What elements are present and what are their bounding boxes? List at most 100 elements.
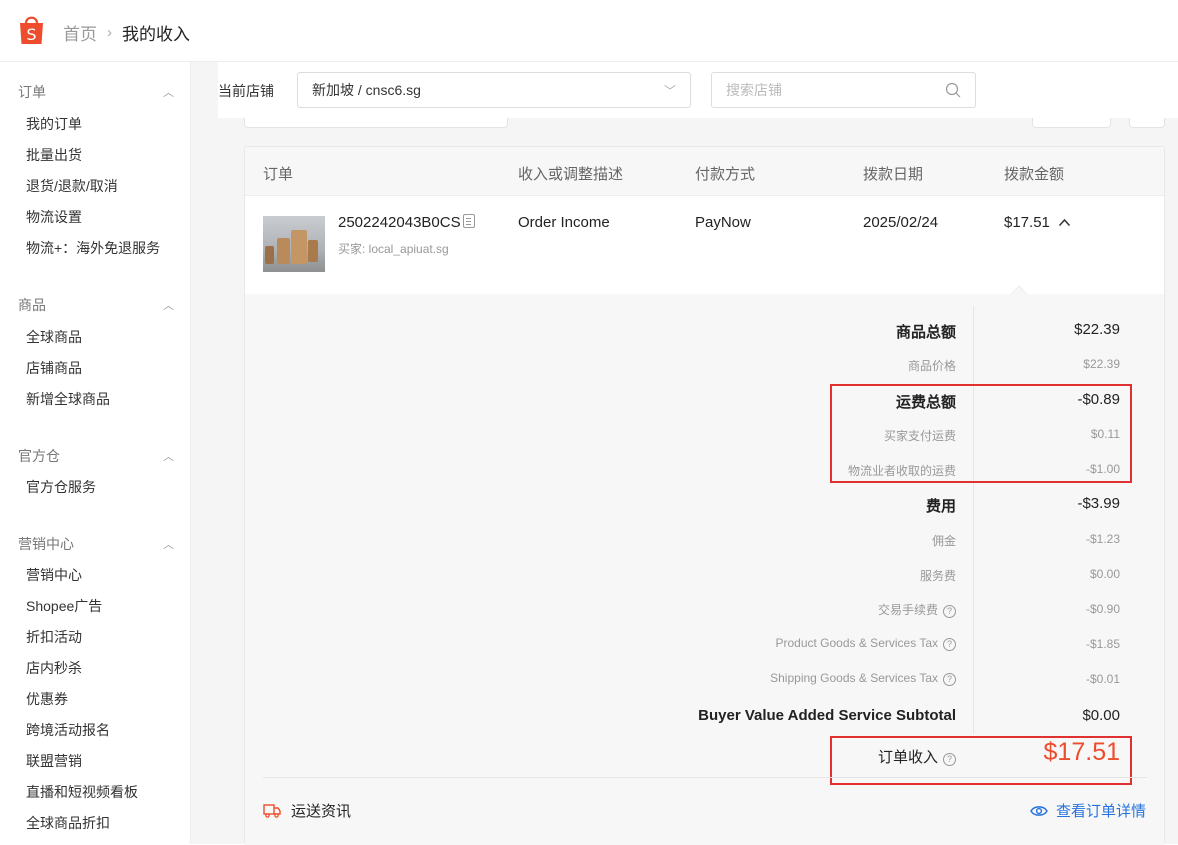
sidebar-item-bulk-ship[interactable]: 批量出货: [26, 145, 82, 165]
breadcrumb-home[interactable]: 首页: [63, 20, 97, 45]
breakdown-value: -$1.85: [1085, 637, 1120, 651]
chevron-up-icon[interactable]: ︿: [163, 297, 174, 313]
chevron-up-icon[interactable]: ︿: [163, 536, 174, 552]
sidebar-item-flash-sale[interactable]: 店内秒杀: [26, 658, 82, 678]
breakdown-value: $0.00: [1089, 567, 1120, 581]
column-header-order: 订单: [263, 166, 294, 183]
income-breakdown-panel: 商品总额 $22.39 商品价格 $22.39 运费总额 -$0.89 买家支付…: [245, 285, 1164, 845]
date-cell: 2025/02/24: [863, 214, 939, 231]
help-icon[interactable]: ?: [943, 638, 956, 651]
filter-field-edge: [244, 118, 508, 128]
sidebar-item-affiliate[interactable]: 联盟营销: [26, 751, 82, 771]
sidebar-item-discounts[interactable]: 折扣活动: [26, 627, 82, 647]
shipping-info[interactable]: 运送资讯: [263, 800, 351, 821]
sidebar-item-shopee-ads[interactable]: Shopee广告: [26, 596, 102, 616]
column-header-description: 收入或调整描述: [518, 166, 624, 183]
divider: [263, 777, 1147, 778]
amount-toggle[interactable]: $17.51: [1004, 214, 1071, 231]
breakdown-label: 佣金: [931, 534, 956, 548]
breakdown-label: Shipping Goods & Services Tax: [770, 671, 938, 685]
breakdown-value: -$1.23: [1085, 532, 1120, 546]
payment-cell: PayNow: [695, 214, 751, 231]
sidebar-item-my-orders[interactable]: 我的订单: [26, 114, 82, 134]
breakdown-label-row: Product Goods & Services Tax?: [775, 636, 956, 651]
sidebar-section-title: 商品: [18, 297, 46, 313]
amount-value: $17.51: [1004, 214, 1050, 231]
breadcrumb-current: 我的收入: [122, 25, 190, 44]
breakdown-label-row: Shipping Goods & Services Tax?: [770, 671, 956, 686]
breakdown-label: 交易手续费: [877, 603, 938, 617]
breakdown-label: Product Goods & Services Tax: [775, 636, 938, 650]
sidebar-item-logistics-plus[interactable]: 物流+：海外免退服务: [26, 238, 160, 258]
sidebar-section-title: 官方仓: [18, 448, 60, 464]
sidebar-section-title: 订单: [18, 84, 46, 100]
sidebar-item-live-dashboard[interactable]: 直播和短视频看板: [26, 782, 138, 802]
breakdown-label: 商品价格: [907, 359, 956, 373]
shop-select[interactable]: 新加坡 / cnsc6.sg ﹀: [297, 72, 691, 108]
income-table: 订单 收入或调整描述 付款方式 拨款日期 拨款金额 2502242043B0CS…: [244, 146, 1165, 845]
breakdown-label: 费用: [925, 498, 956, 515]
view-order-details-link[interactable]: 查看订单详情: [1030, 800, 1146, 821]
product-thumbnail[interactable]: [263, 216, 325, 272]
help-icon[interactable]: ?: [943, 605, 956, 618]
chevron-up-icon[interactable]: ︿: [163, 84, 174, 100]
breakdown-value: $0.00: [1082, 707, 1120, 724]
sidebar-item-warehouse-service[interactable]: 官方仓服务: [26, 477, 96, 497]
svg-text:S: S: [26, 25, 36, 44]
sidebar: 订单 ︿ 我的订单 批量出货 退货/退款/取消 物流设置 物流+：海外免退服务 商…: [0, 62, 190, 844]
chevron-down-icon: ﹀: [663, 83, 676, 98]
shop-search: [711, 72, 976, 108]
shop-selector-bar: 当前店铺 新加坡 / cnsc6.sg ﹀: [218, 62, 1178, 118]
sidebar-item-shop-products[interactable]: 店铺商品: [26, 358, 82, 378]
shopee-logo-icon[interactable]: S: [18, 14, 45, 45]
shop-search-input[interactable]: [726, 82, 926, 98]
eye-icon: [1030, 805, 1048, 816]
sidebar-section-marketing[interactable]: 营销中心 ︿: [18, 534, 174, 554]
search-icon[interactable]: [945, 82, 961, 98]
breakdown-label: 商品总额: [895, 324, 956, 341]
shop-select-value: 新加坡 / cnsc6.sg: [312, 82, 421, 98]
column-header-amount: 拨款金额: [1004, 166, 1065, 183]
description-cell: Order Income: [518, 214, 610, 231]
sidebar-item-logistics-settings[interactable]: 物流设置: [26, 207, 82, 227]
sidebar-section-orders[interactable]: 订单 ︿: [18, 82, 174, 102]
sidebar-section-products[interactable]: 商品 ︿: [18, 295, 174, 315]
truck-icon: [263, 803, 281, 818]
breadcrumb: 首页 › 我的收入: [63, 20, 190, 45]
sidebar-item-vouchers[interactable]: 优惠券: [26, 689, 68, 709]
sidebar-item-marketing-center[interactable]: 营销中心: [26, 565, 82, 585]
copy-icon[interactable]: [462, 214, 475, 228]
sidebar-item-add-global-product[interactable]: 新增全球商品: [26, 389, 110, 409]
order-id-cell: 2502242043B0CS: [338, 214, 475, 231]
sidebar-item-returns[interactable]: 退货/退款/取消: [26, 176, 118, 196]
sidebar-item-cross-border-events[interactable]: 跨境活动报名: [26, 720, 110, 740]
breakdown-value: $22.39: [1074, 321, 1120, 338]
top-bar: S 首页 › 我的收入: [0, 0, 1178, 62]
view-order-details-label: 查看订单详情: [1055, 803, 1146, 820]
table-row: 2502242043B0CS 买家: local_apiuat.sg Order…: [245, 196, 1164, 294]
chevron-up-icon[interactable]: ︿: [163, 448, 174, 464]
sidebar-section-warehouse[interactable]: 官方仓 ︿: [18, 446, 174, 466]
shipping-highlight-box: [830, 384, 1132, 483]
breakdown-label-row: 交易手续费?: [878, 601, 956, 618]
breakdown-label: 服务费: [919, 569, 956, 583]
column-header-date: 拨款日期: [863, 166, 924, 183]
table-header: 订单 收入或调整描述 付款方式 拨款日期 拨款金额: [245, 147, 1164, 196]
column-divider: [973, 306, 974, 734]
shipping-info-label: 运送资讯: [291, 803, 352, 820]
sidebar-item-global-discount[interactable]: 全球商品折扣: [26, 813, 110, 833]
buyer-name: 买家: local_apiuat.sg: [338, 242, 449, 256]
chevron-right-icon: ›: [107, 24, 112, 41]
current-shop-label: 当前店铺: [218, 83, 274, 99]
chevron-up-icon[interactable]: [1058, 218, 1071, 227]
breakdown-value: -$0.90: [1085, 602, 1120, 616]
filter-button-edge: [1129, 118, 1165, 128]
sidebar-section-title: 营销中心: [18, 536, 74, 552]
help-icon[interactable]: ?: [943, 673, 956, 686]
breakdown-label: Buyer Value Added Service Subtotal: [698, 707, 956, 724]
main-content: 订单 收入或调整描述 付款方式 拨款日期 拨款金额 2502242043B0CS…: [218, 118, 1178, 845]
order-id[interactable]: 2502242043B0CS: [338, 214, 461, 231]
sidebar-gutter: [190, 62, 218, 844]
sidebar-item-global-products[interactable]: 全球商品: [26, 327, 82, 347]
breakdown-value: -$0.01: [1085, 672, 1120, 686]
